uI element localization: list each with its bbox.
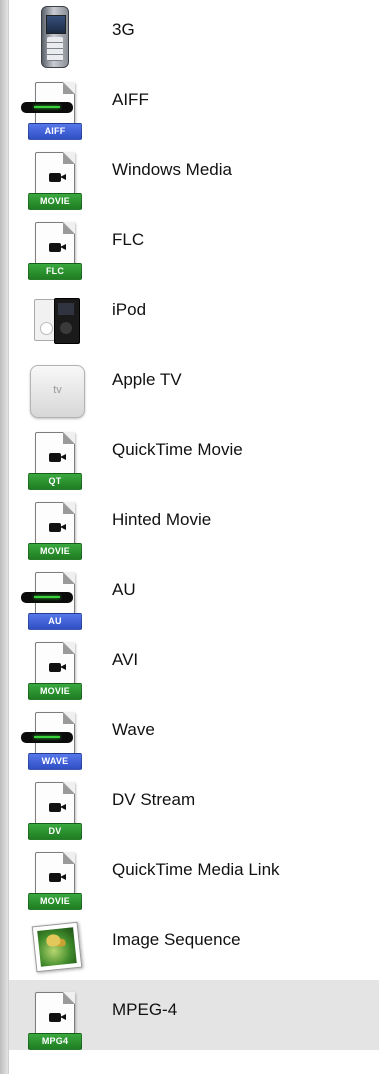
file-badge: MOVIE xyxy=(28,193,82,210)
format-item-quicktime-media-link[interactable]: MOVIE QuickTime Media Link xyxy=(9,840,379,910)
movie-file-icon: MOVIE xyxy=(28,642,82,700)
apple-tv-icon: tv xyxy=(30,365,85,418)
ipod-icon xyxy=(34,298,80,344)
format-label: AIFF xyxy=(112,90,149,109)
format-label: QuickTime Media Link xyxy=(112,860,280,879)
audio-file-icon: AIFF xyxy=(21,82,82,140)
format-label: AU xyxy=(112,580,136,599)
movie-file-icon: DV xyxy=(28,782,82,840)
format-label: MPEG-4 xyxy=(112,1000,178,1019)
format-item-avi[interactable]: MOVIE AVI xyxy=(9,630,379,700)
image-sequence-icon xyxy=(31,921,83,973)
format-label: Windows Media xyxy=(112,160,232,179)
format-label: 3G xyxy=(112,20,135,39)
format-label: AVI xyxy=(112,650,139,669)
format-item-hinted-movie[interactable]: MOVIE Hinted Movie xyxy=(9,490,379,560)
file-badge: MOVIE xyxy=(28,683,82,700)
format-item-mpeg4[interactable]: MPG4 MPEG-4 xyxy=(9,980,379,1050)
export-format-panel: 3G AIFF AIFF MOVIE Windows Media FLC FLC… xyxy=(0,0,379,1074)
format-label: DV Stream xyxy=(112,790,196,809)
movie-file-icon: FLC xyxy=(28,222,82,280)
file-badge: FLC xyxy=(28,263,82,280)
format-item-wave[interactable]: WAVE Wave xyxy=(9,700,379,770)
format-label: QuickTime Movie xyxy=(112,440,243,459)
format-list: 3G AIFF AIFF MOVIE Windows Media FLC FLC… xyxy=(9,0,379,1074)
file-badge: QT xyxy=(28,473,82,490)
panel-edge xyxy=(0,0,9,1074)
format-label: Apple TV xyxy=(112,370,182,389)
format-item-dv-stream[interactable]: DV DV Stream xyxy=(9,770,379,840)
file-badge: AIFF xyxy=(28,123,82,140)
file-badge: MOVIE xyxy=(28,543,82,560)
movie-file-icon: MOVIE xyxy=(28,852,82,910)
format-item-quicktime-movie[interactable]: QT QuickTime Movie xyxy=(9,420,379,490)
format-item-ipod[interactable]: iPod xyxy=(9,280,379,350)
format-label: Image Sequence xyxy=(112,930,241,949)
apple-tv-logo-text: tv xyxy=(53,384,62,396)
file-badge: AU xyxy=(28,613,82,630)
movie-file-icon: MPG4 xyxy=(28,992,82,1050)
format-item-apple-tv[interactable]: tv Apple TV xyxy=(9,350,379,420)
format-item-windows-media[interactable]: MOVIE Windows Media xyxy=(9,140,379,210)
format-item-3g[interactable]: 3G xyxy=(9,0,379,70)
format-item-flc[interactable]: FLC FLC xyxy=(9,210,379,280)
format-item-image-sequence[interactable]: Image Sequence xyxy=(9,910,379,980)
format-label: Hinted Movie xyxy=(112,510,212,529)
movie-file-icon: MOVIE xyxy=(28,152,82,210)
file-badge: MPG4 xyxy=(28,1033,82,1050)
format-item-au[interactable]: AU AU xyxy=(9,560,379,630)
audio-file-icon: WAVE xyxy=(21,712,82,770)
file-badge: WAVE xyxy=(28,753,82,770)
format-label: Wave xyxy=(112,720,155,739)
phone-icon xyxy=(41,6,69,68)
format-item-aiff[interactable]: AIFF AIFF xyxy=(9,70,379,140)
audio-file-icon: AU xyxy=(21,572,82,630)
format-label: FLC xyxy=(112,230,145,249)
file-badge: MOVIE xyxy=(28,893,82,910)
movie-file-icon: MOVIE xyxy=(28,502,82,560)
format-label: iPod xyxy=(112,300,147,319)
movie-file-icon: QT xyxy=(28,432,82,490)
file-badge: DV xyxy=(28,823,82,840)
